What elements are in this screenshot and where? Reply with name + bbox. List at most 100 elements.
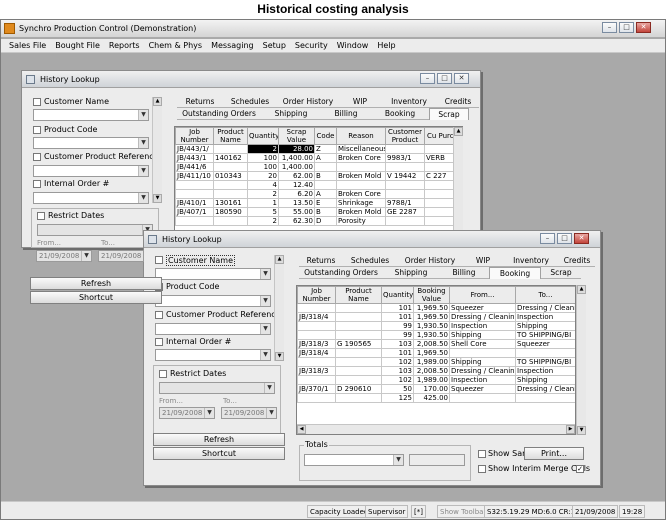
from-date-combo-back[interactable]: 21/09/2008 ▼ — [36, 250, 92, 262]
table-row[interactable]: JB/318/4 101 1,969.50 Dressing / Cleaning In… — [297, 312, 575, 322]
to-date-combo[interactable]: 21/09/2008 ▼ — [221, 407, 277, 419]
internal-order-combo[interactable]: ▼ — [155, 349, 271, 361]
menu-window[interactable]: Window — [337, 39, 369, 52]
menu-bought-file[interactable]: Bought File — [55, 39, 100, 52]
show-same-checkbox[interactable] — [478, 450, 486, 458]
tab-inventory[interactable]: Inventory — [503, 255, 559, 267]
close-icon[interactable]: ✕ — [574, 233, 589, 244]
table-row[interactable]: 102 1,989.00 Inspection Shipping — [297, 375, 575, 385]
tab-schedules[interactable]: Schedules — [343, 255, 397, 267]
restrict-dates-checkbox[interactable] — [159, 370, 167, 378]
close-icon[interactable]: ✕ — [636, 22, 651, 33]
tab-wip[interactable]: WIP — [339, 96, 381, 108]
tab-shipping[interactable]: Shipping — [261, 108, 321, 120]
customer-name-combo[interactable]: ▼ — [155, 268, 271, 280]
tab-returns[interactable]: Returns — [177, 96, 223, 108]
tab-outstanding-orders[interactable]: Outstanding Orders — [177, 108, 261, 120]
scroll-left-icon[interactable]: ◀ — [297, 425, 306, 434]
customer-product-ref-checkbox[interactable] — [33, 153, 41, 161]
tab-credits[interactable]: Credits — [559, 255, 595, 267]
tab-shipping[interactable]: Shipping — [383, 267, 439, 279]
maximize-icon[interactable]: □ — [437, 73, 452, 84]
tab-credits[interactable]: Credits — [437, 96, 479, 108]
customer-name-checkbox[interactable] — [155, 256, 163, 264]
table-row[interactable]: JB/318/3 103 2,008.50 Dressing / Cleaning In… — [297, 366, 575, 376]
table-row[interactable]: 102 1,989.00 Shipping TO SHIPPING/BI — [297, 357, 575, 367]
tab-billing[interactable]: Billing — [439, 267, 489, 279]
product-code-combo[interactable]: ▼ — [155, 295, 271, 307]
table-row[interactable]: 4 12.40 — [175, 180, 461, 190]
scroll-up-icon[interactable]: ▲ — [577, 285, 586, 294]
menu-chem-phys[interactable]: Chem & Phys — [149, 39, 203, 52]
scroll-down-icon[interactable]: ▼ — [153, 194, 162, 203]
table-row[interactable]: JB/318/3 G 190565 103 2,008.50 Shell Core Squ… — [297, 339, 575, 349]
tab-billing[interactable]: Billing — [321, 108, 371, 120]
filter-scrollbar[interactable]: ▲ ▼ — [274, 255, 284, 361]
table-row[interactable]: 99 1,930.50 Shipping TO SHIPPING/BI — [297, 330, 575, 340]
totals-combo[interactable]: ▼ — [304, 454, 404, 466]
menu-setup[interactable]: Setup — [263, 39, 286, 52]
tab-scrap[interactable]: Scrap — [541, 267, 581, 279]
scroll-up-icon[interactable]: ▲ — [275, 255, 284, 264]
customer-name-checkbox[interactable] — [33, 98, 41, 106]
minimize-icon[interactable]: – — [602, 22, 617, 33]
table-row[interactable]: 2 6.20 A Broken Core — [175, 189, 461, 199]
show-interim-merge-checkbox[interactable] — [478, 465, 486, 473]
tab-inventory[interactable]: Inventory — [381, 96, 437, 108]
minimize-icon[interactable]: – — [540, 233, 555, 244]
scroll-down-icon[interactable]: ▼ — [577, 426, 586, 435]
table-row[interactable]: JB/411/10 010343 20 62.00 B Broken Mold V 1944… — [175, 171, 461, 181]
tab-booking[interactable]: Booking — [371, 108, 429, 120]
refresh-button-back[interactable]: Refresh — [30, 277, 162, 290]
restrict-dates-checkbox[interactable] — [37, 212, 45, 220]
menu-security[interactable]: Security — [295, 39, 328, 52]
from-date-combo[interactable]: 21/09/2008 ▼ — [159, 407, 215, 419]
menu-sales-file[interactable]: Sales File — [9, 39, 46, 52]
table-row[interactable]: JB/410/1 130161 1 13.50 E Shrinkage 9788/1 — [175, 198, 461, 208]
customer-name-combo[interactable]: ▼ — [33, 109, 149, 121]
filter-scrollbar[interactable]: ▲ ▼ — [152, 97, 162, 203]
table-row[interactable]: 2 62.30 D Porosity — [175, 216, 461, 226]
table-row[interactable]: JB/318/4 101 1,969.50 — [297, 348, 575, 358]
to-date-combo-back[interactable]: 21/09/2008 — [98, 250, 144, 262]
table-row[interactable]: 101 1,969.50 Squeezer Dressing / Cleanin — [297, 303, 575, 313]
tab-scrap[interactable]: Scrap — [429, 108, 469, 120]
interim-merge-checked-icon[interactable]: ✓ — [576, 465, 584, 473]
customer-product-ref-checkbox[interactable] — [155, 311, 163, 319]
maximize-icon[interactable]: □ — [619, 22, 634, 33]
menu-reports[interactable]: Reports — [109, 39, 140, 52]
table-row[interactable]: JB/443/1 140162 100 1,400.00 A Broken Core 998… — [175, 153, 461, 163]
print-button[interactable]: Print... — [524, 447, 584, 460]
internal-order-checkbox[interactable] — [155, 338, 163, 346]
shortcut-button[interactable]: Shortcut — [153, 447, 285, 460]
maximize-icon[interactable]: □ — [557, 233, 572, 244]
tab-order-history[interactable]: Order History — [277, 96, 339, 108]
minimize-icon[interactable]: – — [420, 73, 435, 84]
customer-product-ref-combo[interactable]: ▼ — [155, 323, 271, 335]
grid-scrollbar[interactable]: ▲ ▼ — [576, 285, 586, 435]
grid-scrollbar[interactable]: ▲ — [453, 127, 463, 245]
product-code-checkbox[interactable] — [33, 126, 41, 134]
date-range-combo[interactable]: ▼ — [159, 382, 275, 394]
date-range-combo[interactable]: ▼ — [37, 224, 153, 236]
refresh-button[interactable]: Refresh — [153, 433, 285, 446]
table-row[interactable]: JB/370/1 D 290610 50 170.00 Squeezer Dressing… — [297, 384, 575, 394]
tab-booking[interactable]: Booking — [489, 267, 541, 279]
scroll-up-icon[interactable]: ▲ — [153, 97, 162, 106]
tab-order-history[interactable]: Order History — [397, 255, 463, 267]
scroll-up-icon[interactable]: ▲ — [454, 127, 463, 136]
scroll-down-icon[interactable]: ▼ — [275, 352, 284, 361]
shortcut-button-back[interactable]: Shortcut — [30, 291, 162, 304]
internal-order-combo[interactable]: ▼ — [33, 192, 149, 204]
tab-outstanding-orders[interactable]: Outstanding Orders — [299, 267, 383, 279]
tab-wip[interactable]: WIP — [463, 255, 503, 267]
table-row[interactable]: 125 425.00 — [297, 393, 575, 403]
close-icon[interactable]: ✕ — [454, 73, 469, 84]
table-row[interactable]: 99 1,930.50 Inspection Shipping — [297, 321, 575, 331]
table-row[interactable]: JB/441/6 100 1,400.00 — [175, 162, 461, 172]
internal-order-checkbox[interactable] — [33, 180, 41, 188]
table-row[interactable]: JB/407/1 180590 5 55.00 B Broken Mold GE 2287 — [175, 207, 461, 217]
product-code-combo[interactable]: ▼ — [33, 137, 149, 149]
tab-returns[interactable]: Returns — [299, 255, 343, 267]
show-toolbar-button[interactable]: Show Toolbar — [437, 505, 490, 518]
